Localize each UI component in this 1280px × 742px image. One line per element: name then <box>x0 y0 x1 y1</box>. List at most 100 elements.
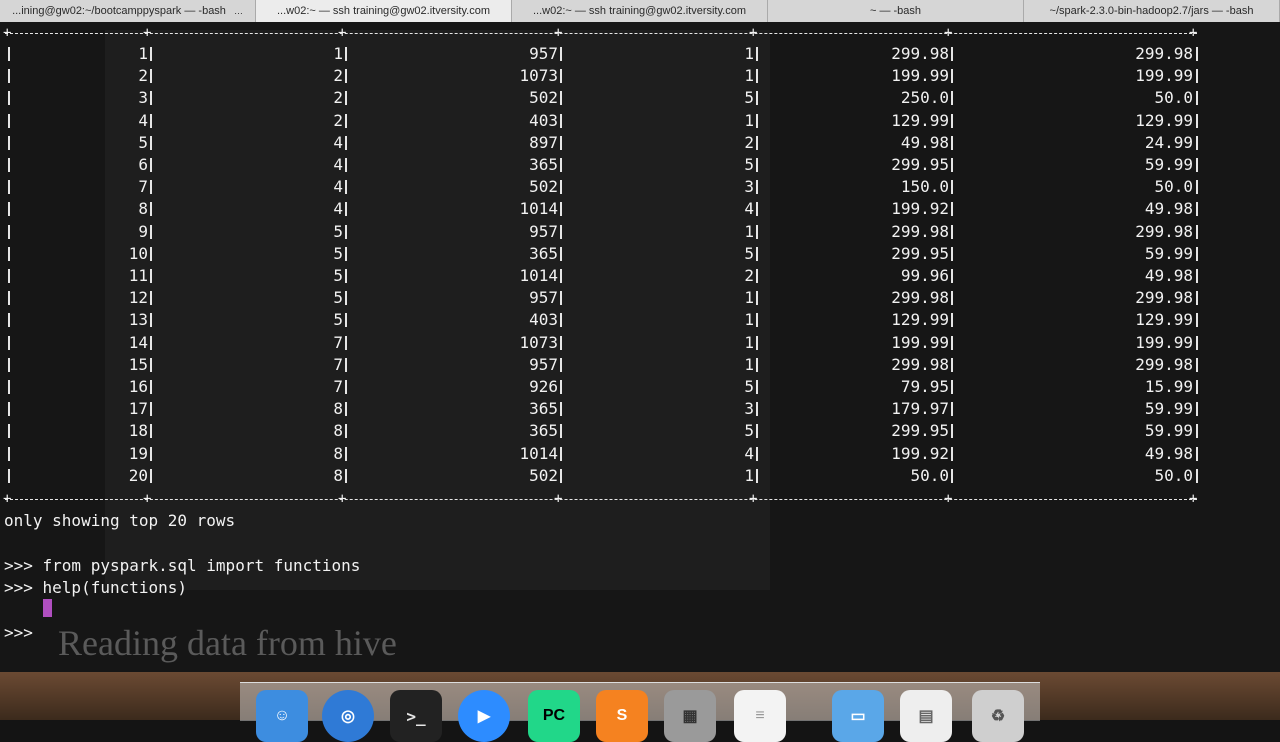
table-cell: 299.98 <box>891 354 949 374</box>
cell-border <box>560 47 562 61</box>
table-cell: 129.99 <box>1135 110 1193 130</box>
cell-border <box>756 468 758 483</box>
table-cell: 17 <box>128 399 148 419</box>
cell-border <box>560 269 562 283</box>
cell-border <box>951 113 953 128</box>
cell-border <box>1196 313 1198 328</box>
table-cell: 1 <box>333 44 343 63</box>
zoom-icon[interactable]: ▶ <box>458 690 510 742</box>
cell-border <box>8 402 10 417</box>
cell-border <box>1196 158 1198 172</box>
table-cell: 502 <box>529 177 558 197</box>
tab-bar: ...ining@gw02:~/bootcamppyspark — -bash …… <box>0 0 1280 23</box>
tab-5[interactable]: ~/spark-2.3.0-bin-hadoop2.7/jars — -bash <box>1024 0 1280 22</box>
cell-border <box>8 380 10 394</box>
table-cell: 5 <box>138 132 148 152</box>
table-cell: 1073 <box>519 66 558 86</box>
cell-border <box>756 246 758 261</box>
cell-border <box>756 424 758 439</box>
cell-border <box>345 335 347 350</box>
table-cell: 20 <box>128 465 148 485</box>
trash-icon[interactable]: ♻ <box>972 690 1024 742</box>
finder-icon[interactable]: ☺ <box>256 690 308 742</box>
cell-border <box>560 113 562 128</box>
cell-border <box>560 402 562 417</box>
table-cell: 403 <box>529 310 558 330</box>
cell-border <box>8 224 10 239</box>
cell-border <box>345 47 347 61</box>
table-cell: 7 <box>333 377 343 396</box>
cell-border <box>150 402 152 417</box>
table-cell: 49.98 <box>1144 443 1193 463</box>
cell-border <box>756 47 758 61</box>
tab-4[interactable]: ~ — -bash <box>768 0 1024 22</box>
table-cell: 13 <box>128 310 148 330</box>
tab-1[interactable]: ...ining@gw02:~/bootcamppyspark — -bash… <box>0 0 256 22</box>
table-row: 12 5 957 1 299.98 299.98 <box>0 287 1280 309</box>
cell-border <box>951 402 953 417</box>
cell-border <box>150 313 152 328</box>
tab-overflow-icon[interactable]: … <box>234 6 243 16</box>
cell-border <box>951 468 953 483</box>
cell-border <box>1196 380 1198 394</box>
table-cell: 1 <box>744 221 754 241</box>
cell-border <box>756 446 758 461</box>
command-help: >>> help(functions) <box>4 578 188 597</box>
table-cell: 1 <box>744 310 754 330</box>
table-cell: 14 <box>128 332 148 352</box>
cell-border <box>150 224 152 239</box>
table-cell: 5 <box>744 377 754 396</box>
pycharm-icon[interactable]: PC <box>528 690 580 742</box>
tab-3[interactable]: ...w02:~ — ssh training@gw02.itversity.c… <box>512 0 768 22</box>
cell-border <box>560 313 562 328</box>
tab-2[interactable]: ...w02:~ — ssh training@gw02.itversity.c… <box>256 0 512 22</box>
cell-border <box>1196 335 1198 350</box>
sublime-icon[interactable]: S <box>596 690 648 742</box>
cell-border <box>8 158 10 172</box>
cell-border <box>951 335 953 350</box>
cell-border <box>1196 424 1198 439</box>
table-cell: 1 <box>744 332 754 352</box>
table-corner: + <box>554 25 563 41</box>
table-cell: 4 <box>138 110 148 130</box>
table-corner: + <box>143 491 152 507</box>
table-cell: 299.98 <box>1135 354 1193 374</box>
cell-border <box>756 91 758 106</box>
table-row: 15 7 957 1 299.98 299.98 <box>0 354 1280 376</box>
table-cell: 5 <box>333 266 343 285</box>
table-row: 9 5 957 1 299.98 299.98 <box>0 221 1280 243</box>
terminal-icon[interactable]: >_ <box>390 690 442 742</box>
cell-border <box>1196 91 1198 106</box>
table-row: 5 4 897 2 49.98 24.99 <box>0 132 1280 154</box>
document-icon[interactable]: ▤ <box>900 690 952 742</box>
table-cell: 957 <box>529 288 558 308</box>
cell-border <box>8 135 10 150</box>
table-cell: 2 <box>744 266 754 285</box>
cell-border <box>560 91 562 106</box>
cell-border <box>756 180 758 195</box>
table-bottom-border <box>5 499 1197 500</box>
cell-border <box>150 269 152 283</box>
safari-icon[interactable]: ◎ <box>322 690 374 742</box>
cell-border <box>560 291 562 306</box>
folder-icon[interactable]: ▭ <box>832 690 884 742</box>
cell-border <box>951 180 953 195</box>
table-cell: 299.98 <box>891 44 949 63</box>
cell-border <box>345 313 347 328</box>
cell-border <box>560 446 562 461</box>
table-corner: + <box>143 25 152 41</box>
cell-border <box>560 202 562 217</box>
table-cell: 1014 <box>519 199 558 219</box>
table-cell: 957 <box>529 354 558 374</box>
table-cell: 50.0 <box>1154 465 1193 485</box>
cell-border <box>345 180 347 195</box>
cell-border <box>951 69 953 84</box>
notes-icon[interactable]: ≡ <box>734 690 786 742</box>
cell-border <box>1196 202 1198 217</box>
table-corner: + <box>338 491 347 507</box>
table-cell: 1 <box>744 465 754 485</box>
table-cell: 50.0 <box>1154 177 1193 197</box>
cell-border <box>951 47 953 61</box>
calculator-icon[interactable]: ▦ <box>664 690 716 742</box>
cell-border <box>8 113 10 128</box>
